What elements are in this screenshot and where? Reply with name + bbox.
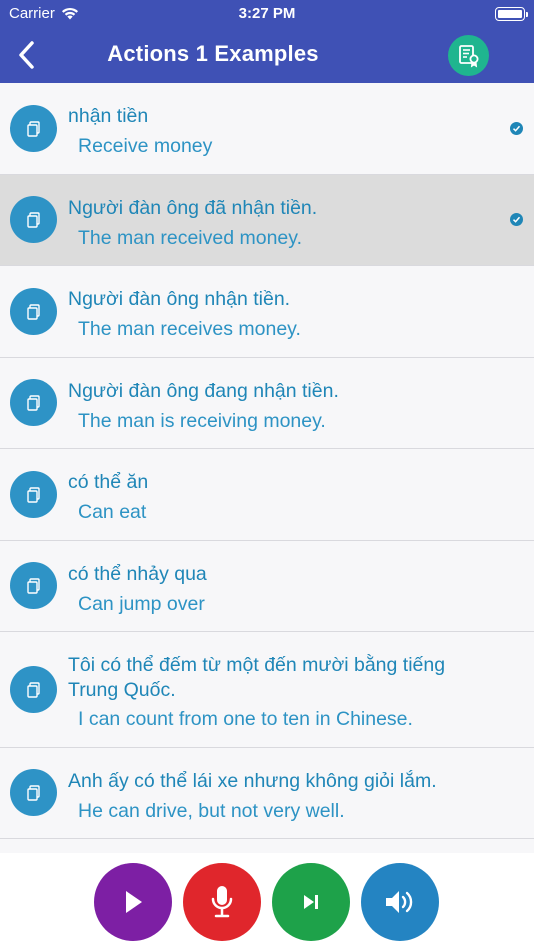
copy-icon [26,303,40,320]
status-bar: Carrier 3:27 PM [0,0,534,28]
english-text: The man is receiving money. [78,410,326,432]
certificate-icon [458,44,478,67]
next-button[interactable] [272,863,350,941]
vietnamese-text: Người đàn ông nhận tiền. [68,288,291,310]
example-row[interactable]: Anh ấy có thể lái xe nhưng không giỏi lắ… [0,748,534,839]
play-button[interactable] [94,863,172,941]
examples-list[interactable]: nhận tiền Receive money Người đàn ông đã… [0,83,534,853]
example-row[interactable]: Tôi có thể đếm từ một đến mười bằng tiến… [0,632,534,748]
speaker-icon [386,891,413,913]
copy-button[interactable] [10,105,57,152]
copy-button[interactable] [10,196,57,243]
vietnamese-text: Anh ấy có thể lái xe nhưng không giỏi lắ… [68,770,437,792]
example-row[interactable]: Người đàn ông nhận tiền. The man receive… [0,266,534,358]
copy-icon [26,577,40,594]
english-text: I can count from one to ten in Chinese. [78,708,413,730]
vietnamese-text: có thể nhảy qua [68,563,207,585]
copy-button[interactable] [10,471,57,518]
copy-icon [26,681,40,698]
play-icon [126,891,142,913]
copy-button[interactable] [10,666,57,713]
microphone-icon [211,886,233,918]
vietnamese-text: có thể ăn [68,471,149,493]
english-text: The man received money. [78,227,302,249]
english-text: The man receives money. [78,318,301,340]
example-row[interactable]: có thể nhảy qua Can jump over [0,541,534,632]
sound-button[interactable] [361,863,439,941]
copy-icon [26,120,40,137]
copy-button[interactable] [10,562,57,609]
vietnamese-text: Người đàn ông đang nhận tiền. [68,380,339,402]
copy-icon [26,394,40,411]
copy-icon [26,486,40,503]
copy-button[interactable] [10,769,57,816]
vietnamese-text: nhận tiền [68,105,149,127]
certificate-button[interactable] [448,35,489,76]
copy-button[interactable] [10,379,57,426]
english-text: Receive money [78,135,213,157]
copy-icon [26,211,40,228]
nav-bar: Actions 1 Examples [0,28,534,83]
check-icon [510,122,523,135]
status-time: 3:27 PM [238,5,296,22]
vietnamese-text: Tôi có thể đếm từ một đến mười bằng tiến… [68,654,446,701]
english-text: Can eat [78,501,147,523]
vietnamese-text: Người đàn ông đã nhận tiền. [68,197,318,219]
copy-icon [26,784,40,801]
record-button[interactable] [183,863,261,941]
battery-icon [495,7,528,21]
bottom-controls [0,853,534,950]
example-row[interactable]: nhận tiền Receive money [0,83,534,175]
skip-next-icon [304,895,318,909]
example-row[interactable]: Người đàn ông đã nhận tiền. The man rece… [0,175,534,266]
english-text: Can jump over [78,593,205,615]
copy-button[interactable] [10,288,57,335]
check-icon [510,213,523,226]
page-title: Actions 1 Examples [107,41,319,66]
english-text: He can drive, but not very well. [78,800,345,822]
example-row[interactable]: Người đàn ông đang nhận tiền. The man is… [0,358,534,449]
example-row[interactable]: có thể ăn Can eat [0,449,534,541]
